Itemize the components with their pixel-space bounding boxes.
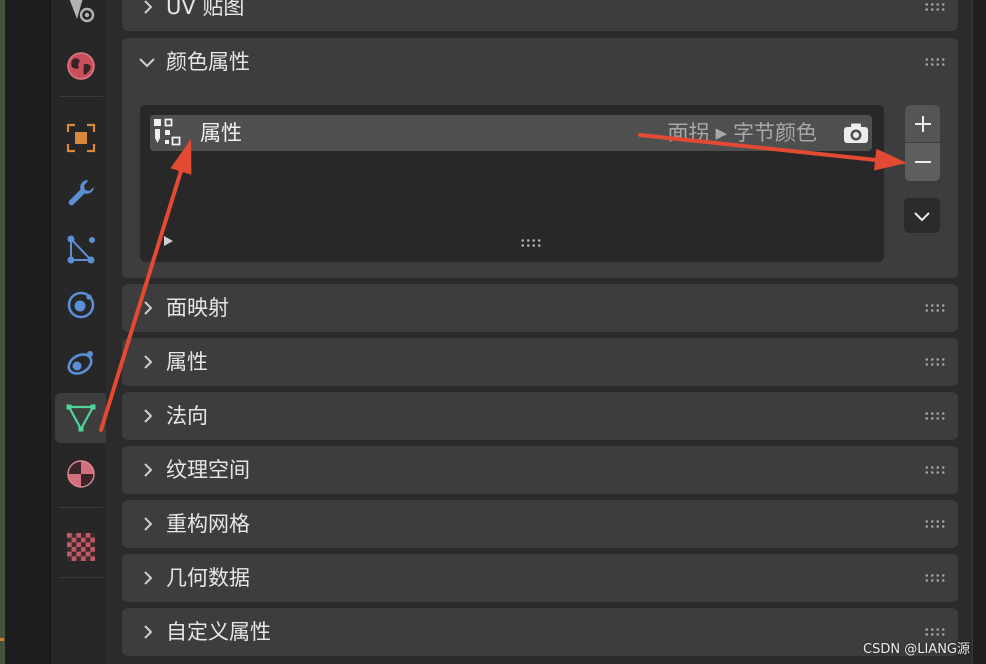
attribute-name: 属性	[200, 121, 242, 145]
list-resize-grip-icon[interactable]	[520, 238, 542, 248]
mesh-data-icon	[66, 404, 95, 432]
attribute-domain-type: 面拐 ▶ 字节颜色	[667, 115, 817, 153]
panel-header-face-maps[interactable]: 面映射	[122, 284, 958, 332]
panel-title: 属性	[166, 350, 208, 374]
tab-scene[interactable]	[55, 0, 106, 33]
panel-uv-maps: UV 贴图	[122, 0, 958, 31]
attribute-domain: 面拐	[667, 121, 710, 145]
tab-physics[interactable]	[55, 280, 106, 330]
panel-title: 重构网格	[166, 512, 250, 536]
tab-data[interactable]	[55, 393, 106, 443]
texture-icon	[66, 533, 95, 561]
panel-attributes: 属性	[122, 338, 958, 386]
chevron-right-icon	[138, 622, 158, 642]
panel-texture-space: 纹理空间	[122, 446, 958, 494]
panel-remesh: 重构网格	[122, 500, 958, 548]
object-icon	[66, 123, 95, 153]
domain-type-separator: ▶	[715, 124, 727, 142]
drag-grip-icon[interactable]	[924, 519, 946, 529]
constraints-icon	[66, 351, 93, 375]
list-side-buttons	[905, 105, 940, 181]
drag-grip-icon[interactable]	[924, 573, 946, 583]
viewport-edge-mark	[0, 638, 4, 641]
camera-icon[interactable]	[842, 119, 870, 147]
list-item[interactable]: 属性 面拐 ▶ 字节颜色	[150, 115, 872, 151]
wrench-icon	[68, 180, 94, 206]
panel-title: 纹理空间	[166, 458, 250, 482]
tab-object[interactable]	[55, 113, 106, 163]
panel-color-attributes: 颜色属性 属性 面拐 ▶ 字节颜色	[122, 38, 958, 278]
tab-texture[interactable]	[55, 522, 106, 572]
drag-grip-icon[interactable]	[924, 2, 946, 12]
panel-header-attributes[interactable]: 属性	[122, 338, 958, 386]
tab-material[interactable]	[55, 449, 106, 499]
tab-separator	[59, 577, 103, 578]
chevron-right-icon	[138, 568, 158, 588]
plus-icon	[914, 115, 931, 132]
panel-title: UV 贴图	[166, 0, 245, 19]
tab-world[interactable]	[55, 41, 106, 91]
properties-editor: UV 贴图 颜色属性 属性 面拐 ▶ 字节颜色 面映射 属性 法向 纹理空间 重…	[0, 0, 986, 664]
world-icon	[66, 52, 95, 80]
chevron-right-icon	[138, 352, 158, 372]
panel-header-custom-properties[interactable]: 自定义属性	[122, 608, 958, 656]
filter-options-toggle-icon[interactable]	[162, 235, 174, 247]
chevron-right-icon	[138, 460, 158, 480]
drag-grip-icon[interactable]	[924, 303, 946, 313]
remove-attribute-button[interactable]	[905, 143, 940, 181]
panel-header-uv-maps[interactable]: UV 贴图	[122, 0, 958, 31]
material-icon	[66, 460, 95, 488]
panel-normals: 法向	[122, 392, 958, 440]
panel-header-geometry-data[interactable]: 几何数据	[122, 554, 958, 602]
chevron-right-icon	[138, 298, 158, 318]
panel-custom-properties: 自定义属性	[122, 608, 958, 656]
chevron-down-icon	[914, 211, 930, 221]
attribute-data-type: 字节颜色	[733, 121, 817, 145]
panel-header-normals[interactable]: 法向	[122, 392, 958, 440]
tab-particles[interactable]	[55, 225, 106, 275]
properties-tab-bar	[50, 0, 106, 664]
panel-header-color-attributes[interactable]: 颜色属性	[122, 38, 958, 86]
minus-icon	[914, 161, 931, 163]
chevron-right-icon	[138, 0, 158, 17]
physics-icon	[67, 291, 94, 319]
chevron-right-icon	[138, 406, 158, 426]
drag-grip-icon[interactable]	[924, 627, 946, 637]
drag-grip-icon[interactable]	[924, 57, 946, 67]
panel-title: 法向	[166, 404, 208, 428]
color-attribute-icon	[153, 118, 183, 148]
attribute-specials-menu-button[interactable]	[904, 198, 940, 233]
drag-grip-icon[interactable]	[924, 357, 946, 367]
panel-title: 面映射	[166, 296, 229, 320]
panel-header-remesh[interactable]: 重构网格	[122, 500, 958, 548]
add-attribute-button[interactable]	[905, 105, 940, 142]
drag-grip-icon[interactable]	[924, 411, 946, 421]
panel-header-texture-space[interactable]: 纹理空间	[122, 446, 958, 494]
panel-title: 颜色属性	[166, 50, 250, 74]
tab-separator	[59, 507, 103, 508]
chevron-down-icon	[137, 52, 157, 72]
area-divider[interactable]	[5, 0, 50, 664]
region-edge[interactable]	[972, 0, 986, 664]
watermark: CSDN @LIANG源	[863, 642, 970, 657]
color-attributes-list: 属性 面拐 ▶ 字节颜色	[140, 105, 884, 262]
panel-geometry-data: 几何数据	[122, 554, 958, 602]
drag-grip-icon[interactable]	[924, 465, 946, 475]
chevron-right-icon	[138, 514, 158, 534]
panel-title: 自定义属性	[166, 620, 271, 644]
panel-face-maps: 面映射	[122, 284, 958, 332]
tab-separator	[59, 96, 103, 97]
particles-icon	[67, 235, 95, 264]
scene-icon	[69, 0, 94, 23]
tab-constraints[interactable]	[55, 337, 106, 387]
tab-modifiers[interactable]	[55, 168, 106, 218]
panel-title: 几何数据	[166, 566, 250, 590]
